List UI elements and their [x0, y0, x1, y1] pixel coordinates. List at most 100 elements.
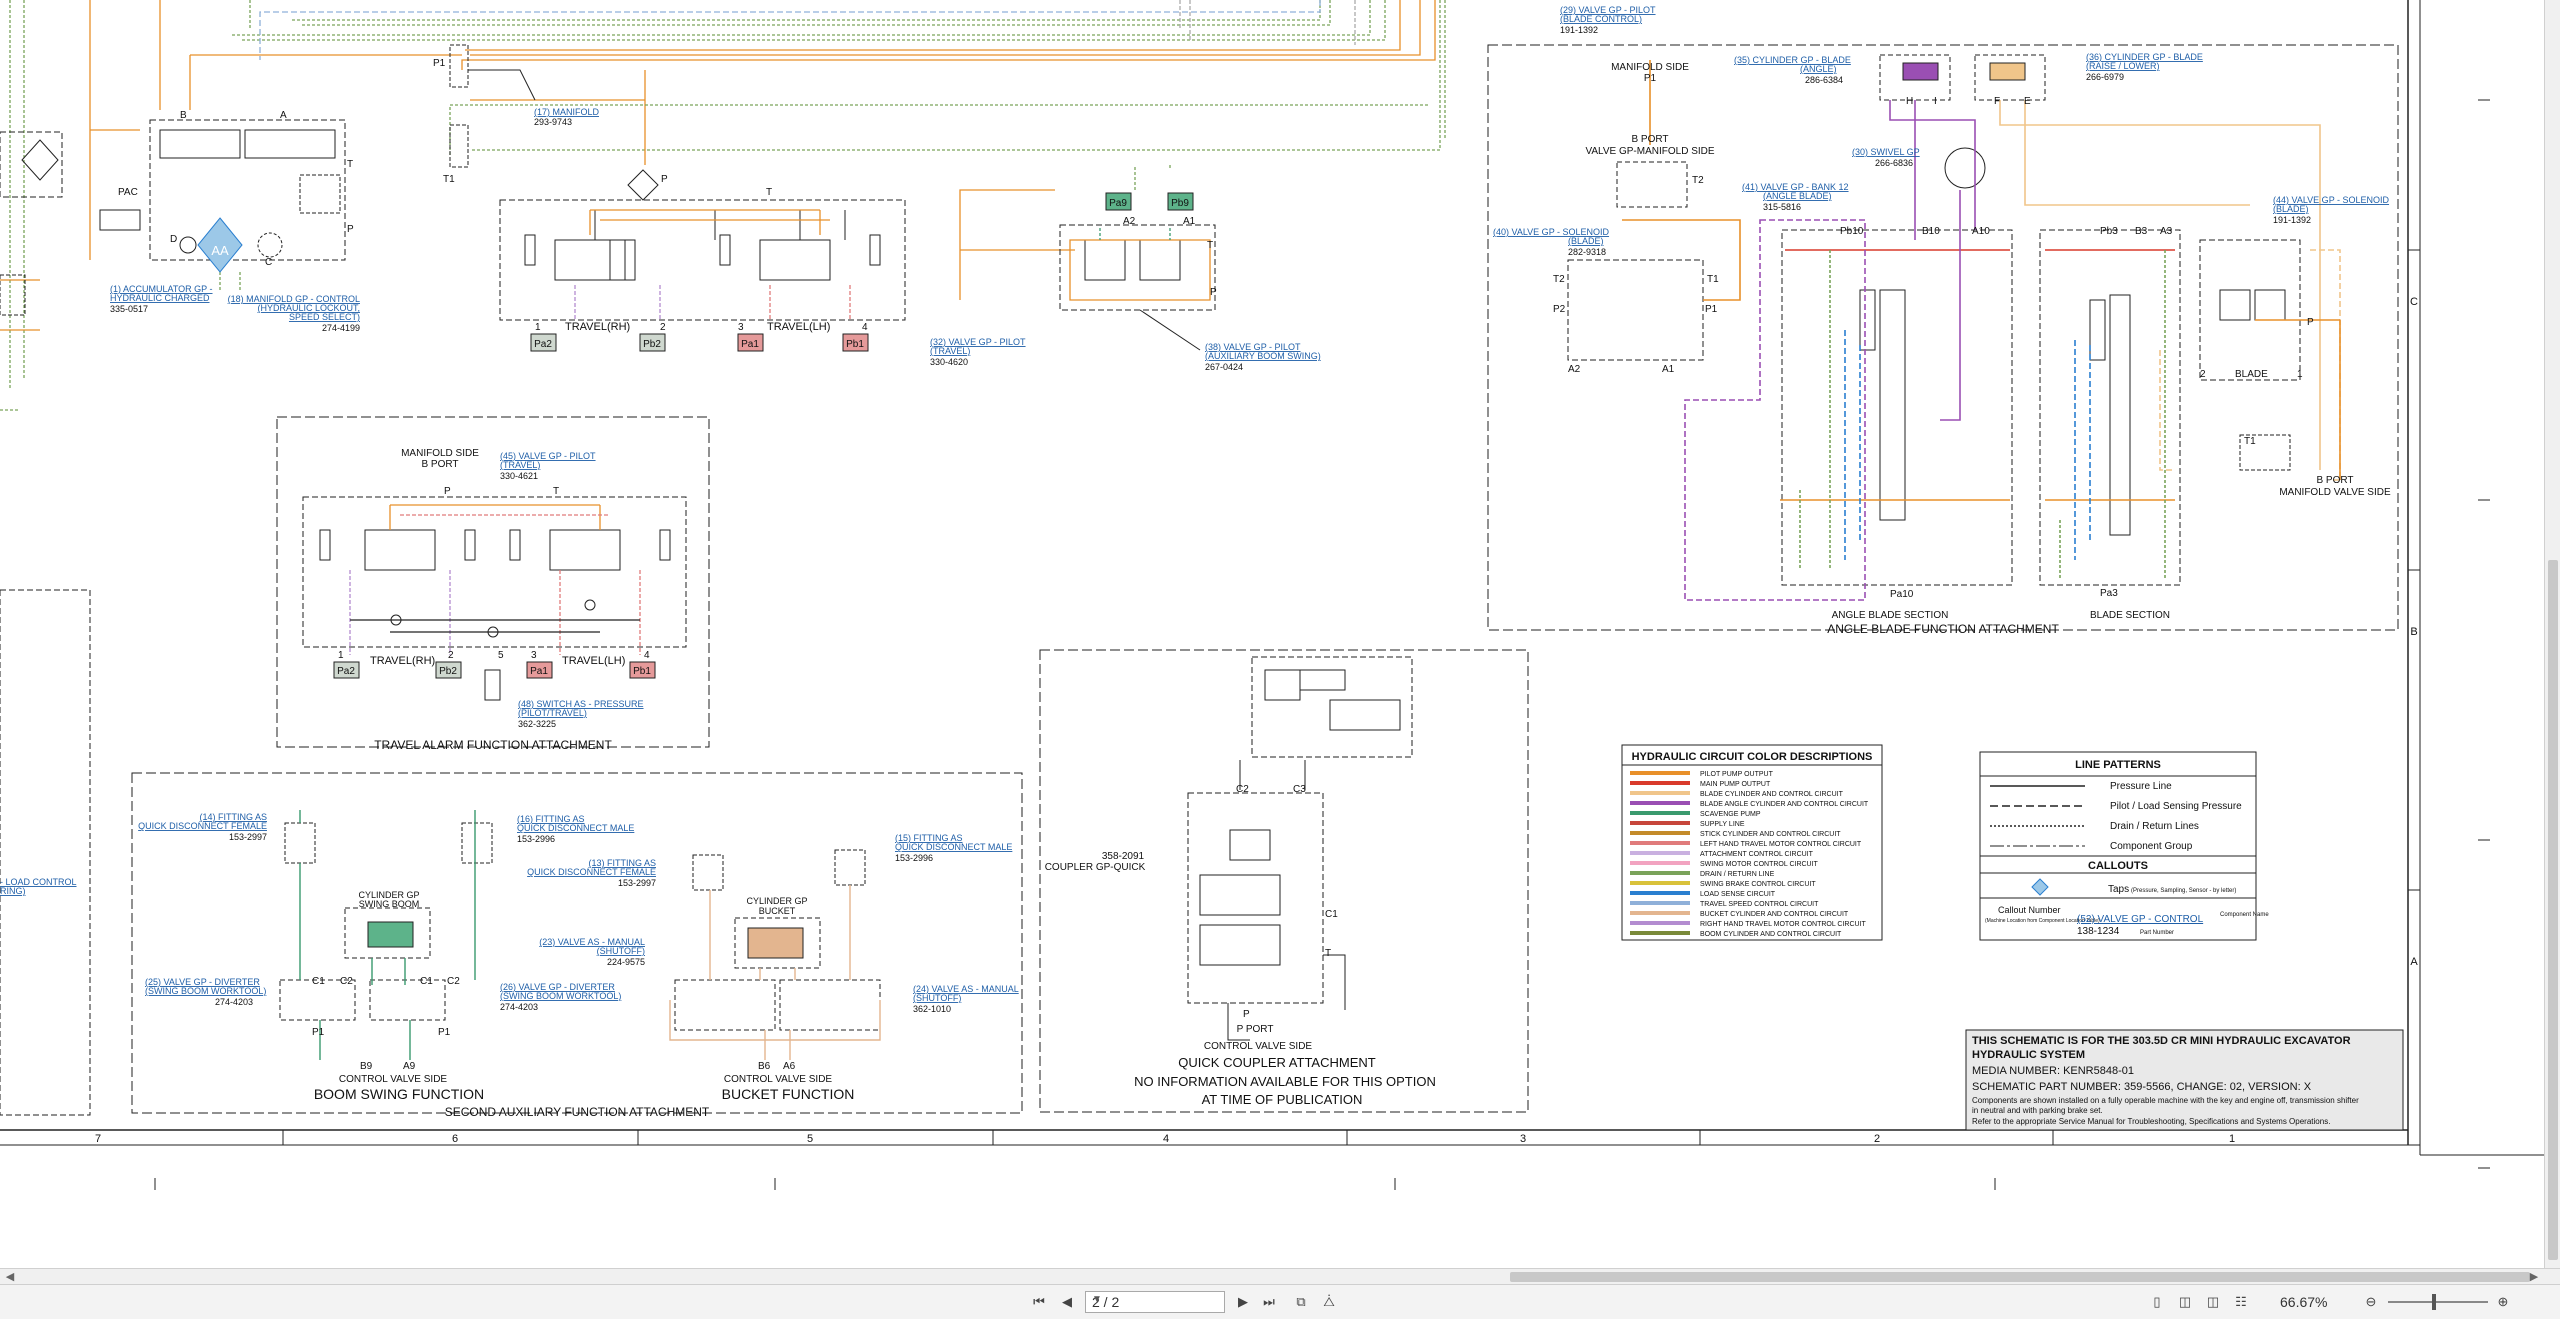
ta-switch-link-2[interactable]: (PILOT/TRAVEL) — [518, 708, 587, 718]
manifold-lockout-link-3[interactable]: SPEED SELECT) — [289, 312, 360, 322]
continuous-view-icon[interactable]: ◫ — [2176, 1293, 2194, 1311]
f16-link-2[interactable]: QUICK DISCONNECT MALE — [517, 823, 634, 833]
port-p-left: P — [347, 224, 354, 235]
ab-title: ANGLE BLADE FUNCTION ATTACHMENT — [1827, 622, 2059, 636]
back-view-icon[interactable]: ⧉ — [1292, 1293, 1310, 1311]
document-viewport[interactable]: 7 6 5 4 3 2 1 C B A PAC AA B A T P D C (… — [0, 0, 2560, 1268]
ta-tag-pb1: Pb1 — [633, 666, 651, 677]
ab-n2: 2 — [2200, 369, 2206, 380]
v24-link-2[interactable]: (SHUTOFF) — [913, 993, 961, 1003]
cyl-raise-part: 266-6979 — [2086, 72, 2124, 82]
port-d: D — [170, 234, 177, 245]
taps-label: Taps — [2108, 884, 2129, 895]
tag-pa1: Pa1 — [741, 339, 759, 350]
f15-link-2[interactable]: QUICK DISCONNECT MALE — [895, 842, 1012, 852]
ta-switch-part: 362-3225 — [518, 719, 556, 729]
zoom-level[interactable]: 66.67% — [2280, 1294, 2327, 1310]
ab-pa3: Pa3 — [2100, 588, 2118, 599]
cyl-raise-link-2[interactable]: (RAISE / LOWER) — [2086, 61, 2160, 71]
travel-top-rh: TRAVEL(RH) — [565, 321, 630, 333]
color-desc-label: RIGHT HAND TRAVEL MOTOR CONTROL CIRCUIT — [1700, 921, 1867, 928]
sol-link-2[interactable]: (BLADE) — [1568, 236, 1604, 246]
pattern-pressure: Pressure Line — [2110, 781, 2172, 792]
pilot-travel-link-2[interactable]: (TRAVEL) — [930, 346, 970, 356]
color-desc-label: ATTACHMENT CONTROL CIRCUIT — [1700, 851, 1814, 858]
ta-lh: TRAVEL(LH) — [562, 655, 625, 667]
color-desc-label: LEFT HAND TRAVEL MOTOR CONTROL CIRCUIT — [1700, 841, 1862, 848]
top-blade-pilot-link-2[interactable]: (BLADE CONTROL) — [1560, 14, 1642, 24]
info-line-3: MEDIA NUMBER: KENR5848-01 — [1972, 1065, 2134, 1077]
aux-a1: A1 — [1183, 216, 1196, 227]
bank-link-2[interactable]: (ANGLE BLADE) — [1763, 191, 1832, 201]
callout-example-link[interactable]: (52) VALVE GP - CONTROL — [2077, 914, 2204, 925]
zoom-out-icon[interactable]: ⊖ — [2362, 1293, 2380, 1311]
bucket-cyl-2: BUCKET — [759, 906, 796, 916]
v25-link-2[interactable]: (SWING BOOM WORKTOOL) — [145, 986, 266, 996]
ta-tag-pa2: Pa2 — [337, 666, 355, 677]
ta-n5: 5 — [498, 650, 504, 661]
info-line-2: HYDRAULIC SYSTEM — [1972, 1049, 2085, 1061]
coupler-part: 358-2091 — [1102, 851, 1145, 862]
coupler-title: QUICK COUPLER ATTACHMENT — [1178, 1055, 1375, 1070]
info-line-6: in neutral and with parking brake set. — [1972, 1106, 2103, 1115]
vertical-scroll-thumb[interactable] — [2548, 560, 2558, 1260]
swivel-part: 266-6836 — [1875, 158, 1913, 168]
scroll-right-arrow-icon[interactable]: ▶ — [2526, 1269, 2542, 1285]
zoom-slider[interactable] — [2388, 1294, 2488, 1310]
cyl-angle-link-2[interactable]: (ANGLE) — [1800, 64, 1837, 74]
ta-link-2[interactable]: (TRAVEL) — [500, 460, 540, 470]
grid-col-3: 3 — [1520, 1133, 1526, 1145]
color-desc-label: SWING BRAKE CONTROL CIRCUIT — [1700, 881, 1816, 888]
ab-pb3: Pb3 — [2100, 226, 2118, 237]
f13-link-2[interactable]: QUICK DISCONNECT FEMALE — [527, 867, 656, 877]
next-page-icon[interactable]: ▶ — [1234, 1293, 1252, 1311]
v25-part: 274-4203 — [215, 997, 253, 1007]
grid-col-4: 4 — [1163, 1133, 1169, 1145]
viewer-toolbar: ⏮ ◀ 2 / 2 ▼ ▶ ⏭ ⧉ ⧊ ▯ ◫ ◫ ☷ 66.67% ⊖ ⊕ — [0, 1284, 2560, 1319]
v26-link-2[interactable]: (SWING BOOM WORKTOOL) — [500, 991, 621, 1001]
grid-row-a: A — [2410, 956, 2418, 968]
forward-view-icon[interactable]: ⧊ — [1320, 1293, 1338, 1311]
color-desc-label: SUPPLY LINE — [1700, 821, 1745, 828]
vertical-scrollbar[interactable] — [2544, 0, 2560, 1268]
accumulator-link-2[interactable]: HYDRAULIC CHARGED — [110, 293, 210, 303]
scroll-left-arrow-icon[interactable]: ◀ — [2, 1269, 18, 1285]
ab-a1: A1 — [1662, 364, 1675, 375]
color-desc-label: DRAIN / RETURN LINE — [1700, 871, 1775, 878]
chevron-down-icon: ▼ — [1092, 1294, 1102, 1305]
boom-cvs: CONTROL VALVE SIDE — [339, 1074, 448, 1085]
aux-boom-link-2[interactable]: (AUXILIARY BOOM SWING) — [1205, 351, 1321, 361]
left-cut-link-2[interactable]: RING) — [0, 886, 26, 896]
ta-n4: 4 — [644, 650, 650, 661]
coupler-cvs: CONTROL VALVE SIDE — [1204, 1041, 1313, 1052]
zoom-slider-handle[interactable] — [2432, 1294, 2436, 1310]
single-page-view-icon[interactable]: ▯ — [2148, 1293, 2166, 1311]
color-desc-label: STICK CYLINDER AND CONTROL CIRCUIT — [1700, 831, 1841, 838]
zoom-in-icon[interactable]: ⊕ — [2494, 1293, 2512, 1311]
two-page-view-icon[interactable]: ◫ — [2204, 1293, 2222, 1311]
page-number-select[interactable]: 2 / 2 ▼ — [1085, 1291, 1225, 1313]
v23-link-2[interactable]: (SHUTOFF) — [597, 946, 645, 956]
color-desc-label: MAIN PUMP OUTPUT — [1700, 781, 1771, 788]
ab-a10: A10 — [1972, 226, 1990, 237]
continuous-two-page-icon[interactable]: ☷ — [2232, 1293, 2250, 1311]
ab-p2: P2 — [1553, 304, 1566, 315]
ta-n3: 3 — [531, 650, 537, 661]
ab-e: E — [2024, 96, 2031, 107]
travel-top-t: T — [766, 187, 772, 198]
sol2-link-2[interactable]: (BLADE) — [2273, 204, 2309, 214]
callout-number: Callout Number — [1998, 905, 2061, 915]
color-desc-label: LOAD SENSE CIRCUIT — [1700, 891, 1776, 898]
horizontal-scroll-thumb[interactable] — [1510, 1272, 2530, 1282]
ab-h: H — [1906, 96, 1913, 107]
info-line-4: SCHEMATIC PART NUMBER: 359-5566, CHANGE:… — [1972, 1081, 2312, 1093]
first-page-icon[interactable]: ⏮ — [1030, 1293, 1048, 1311]
grid-col-6: 6 — [452, 1133, 458, 1145]
manifold17-link[interactable]: (17) MANIFOLD — [534, 107, 600, 117]
pattern-component: Component Group — [2110, 841, 2193, 852]
swivel-link[interactable]: (30) SWIVEL GP — [1852, 147, 1920, 157]
f14-link-2[interactable]: QUICK DISCONNECT FEMALE — [138, 821, 267, 831]
horizontal-scrollbar[interactable]: ◀ ▶ — [0, 1268, 2560, 1285]
last-page-icon[interactable]: ⏭ — [1260, 1293, 1278, 1311]
previous-page-icon[interactable]: ◀ — [1058, 1293, 1076, 1311]
